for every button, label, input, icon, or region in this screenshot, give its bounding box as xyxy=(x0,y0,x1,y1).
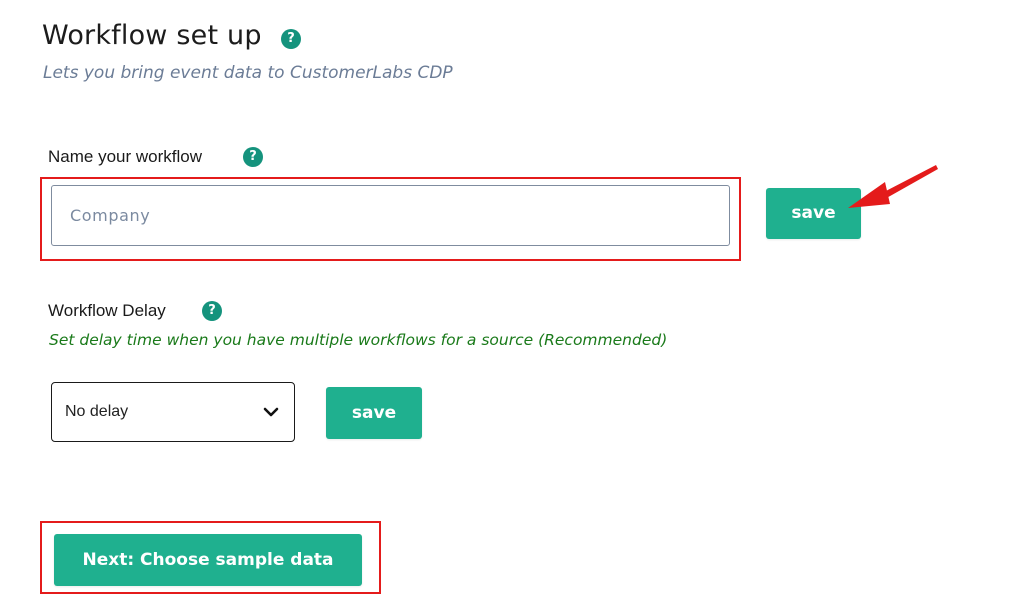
help-icon[interactable]: ? xyxy=(243,147,263,167)
help-icon[interactable]: ? xyxy=(202,301,222,321)
save-delay-button[interactable]: save xyxy=(326,387,422,439)
red-arrow-icon xyxy=(848,165,938,208)
page-subtitle: Lets you bring event data to CustomerLab… xyxy=(43,63,453,83)
chevron-down-icon xyxy=(263,407,279,417)
workflow-name-input[interactable] xyxy=(51,185,730,246)
help-icon[interactable]: ? xyxy=(281,29,301,49)
workflow-delay-hint: Set delay time when you have multiple wo… xyxy=(49,331,668,349)
next-choose-sample-data-button[interactable]: Next: Choose sample data xyxy=(54,534,362,586)
page-title: Workflow set up xyxy=(42,20,262,51)
workflow-delay-select[interactable]: No delay xyxy=(51,382,295,442)
workflow-delay-label: Workflow Delay xyxy=(48,301,166,320)
workflow-name-label: Name your workflow xyxy=(48,147,202,166)
delay-select-value: No delay xyxy=(65,403,129,420)
